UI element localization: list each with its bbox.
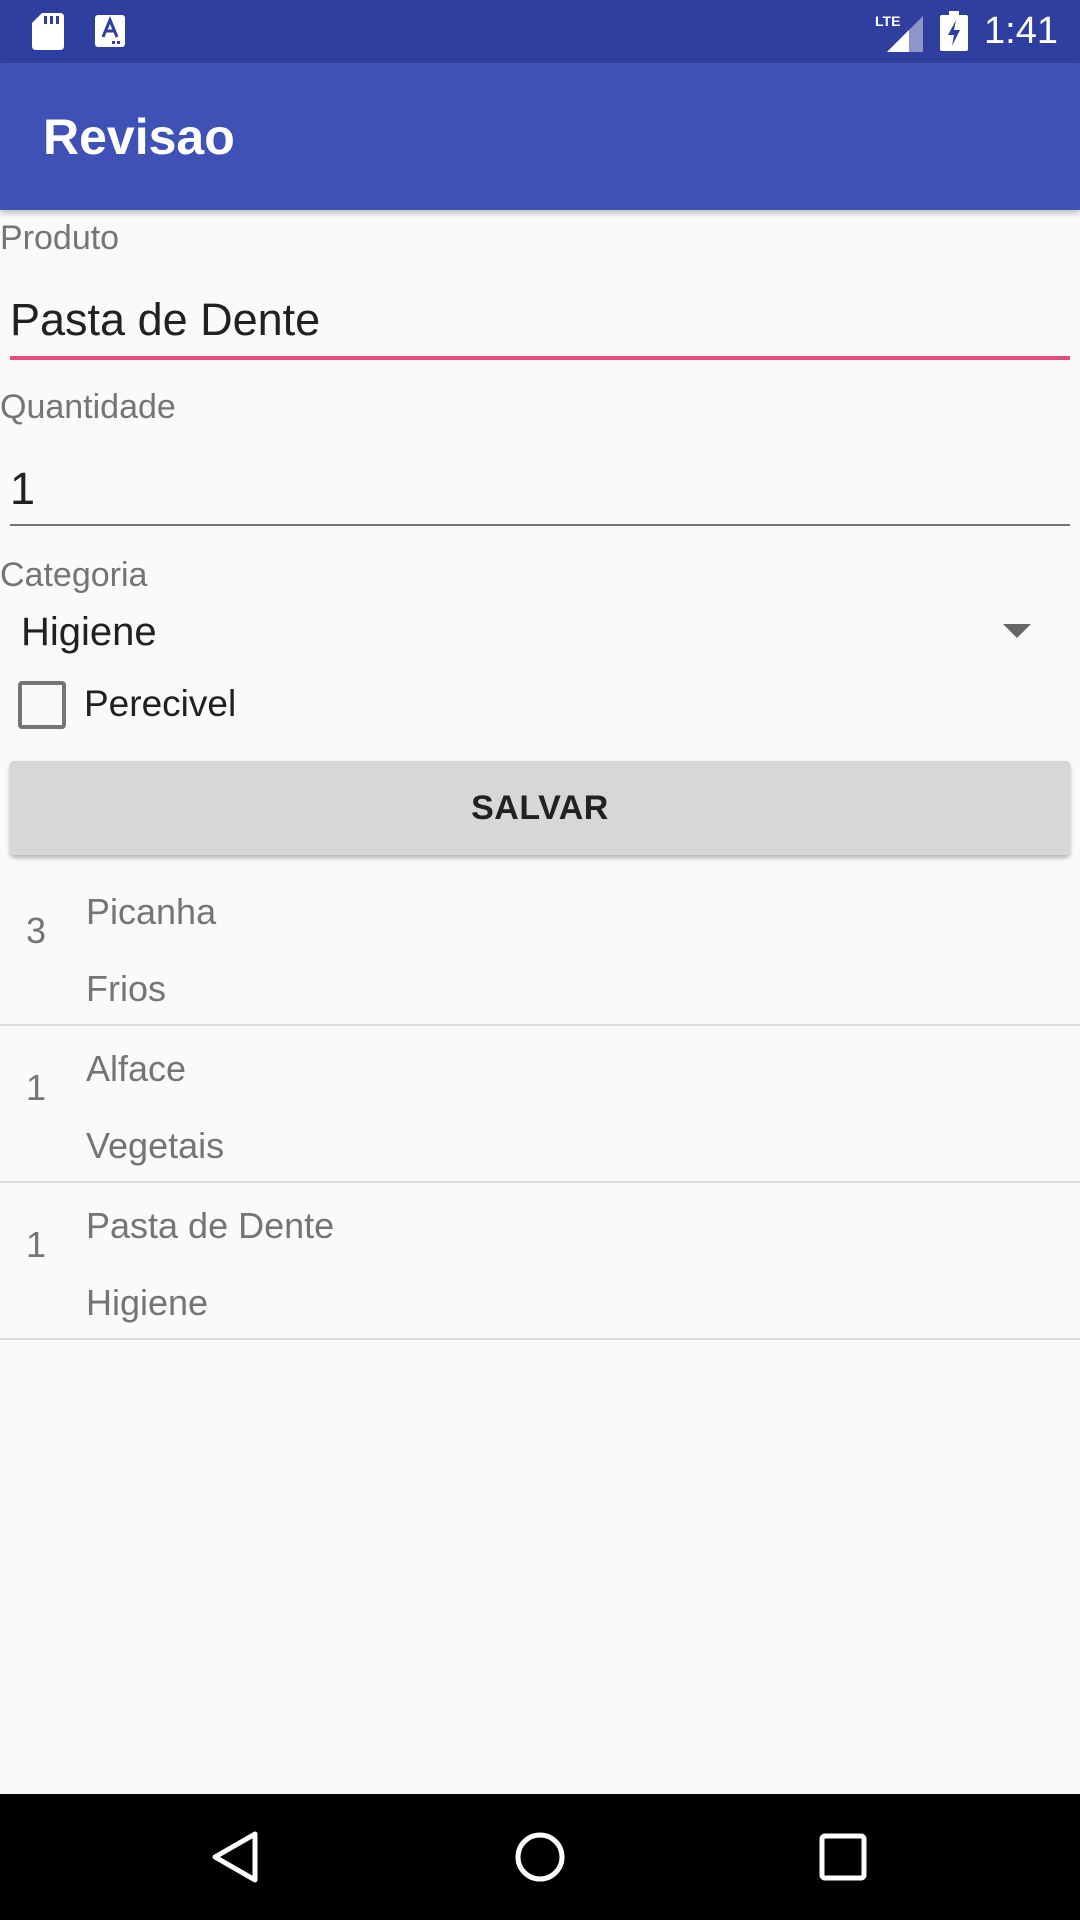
home-icon[interactable] <box>505 1822 575 1892</box>
quantidade-label: Quantidade <box>0 388 176 426</box>
save-button[interactable]: SALVAR <box>10 761 1070 855</box>
item-quantity: 3 <box>26 910 47 951</box>
dropdown-arrow-icon <box>1003 624 1031 638</box>
item-quantity: 1 <box>26 1067 47 1108</box>
product-list: 3 Picanha Frios 1 Alface Vegetais 1 Past… <box>0 869 1080 1340</box>
item-category: Frios <box>86 968 166 1009</box>
categoria-label: Categoria <box>0 556 148 594</box>
battery-charging-icon <box>940 11 968 51</box>
item-name: Alface <box>86 1048 187 1089</box>
item-category: Higiene <box>86 1282 209 1323</box>
produto-underline-focused <box>10 356 1070 360</box>
status-clock: 1:41 <box>984 10 1058 52</box>
list-item[interactable]: 1 Pasta de Dente Higiene <box>0 1183 1080 1340</box>
status-bar: LTE 1:41 <box>0 0 1080 63</box>
item-name: Pasta de Dente <box>86 1205 335 1246</box>
app-toolbar: Revisao <box>0 63 1080 210</box>
sd-card-icon <box>32 13 64 50</box>
produto-input[interactable] <box>10 285 1070 355</box>
keyboard-a-icon <box>95 15 125 47</box>
perecivel-label: Perecivel <box>84 683 237 724</box>
list-item[interactable]: 1 Alface Vegetais <box>0 1026 1080 1183</box>
list-item[interactable]: 3 Picanha Frios <box>0 869 1080 1026</box>
app-title: Revisao <box>43 109 235 165</box>
screen: LTE 1:41 Revisao Produto Quantidade Cate… <box>0 0 1080 1920</box>
perecivel-checkbox[interactable] <box>18 681 66 729</box>
quantidade-input[interactable] <box>10 454 1070 524</box>
produto-label: Produto <box>0 219 120 257</box>
item-name: Picanha <box>86 891 217 932</box>
item-quantity: 1 <box>26 1224 47 1265</box>
navigation-bar <box>0 1794 1080 1920</box>
lte-signal-icon: LTE <box>875 13 923 52</box>
perecivel-checkbox-row[interactable]: Perecivel <box>0 676 400 732</box>
item-category: Vegetais <box>86 1125 225 1166</box>
recents-icon[interactable] <box>808 1822 878 1892</box>
svg-text:LTE: LTE <box>875 13 900 29</box>
categoria-spinner[interactable]: Higiene <box>0 600 1080 664</box>
quantidade-underline <box>10 524 1070 526</box>
back-icon[interactable] <box>200 1822 270 1892</box>
categoria-selected-value: Higiene <box>21 610 157 654</box>
